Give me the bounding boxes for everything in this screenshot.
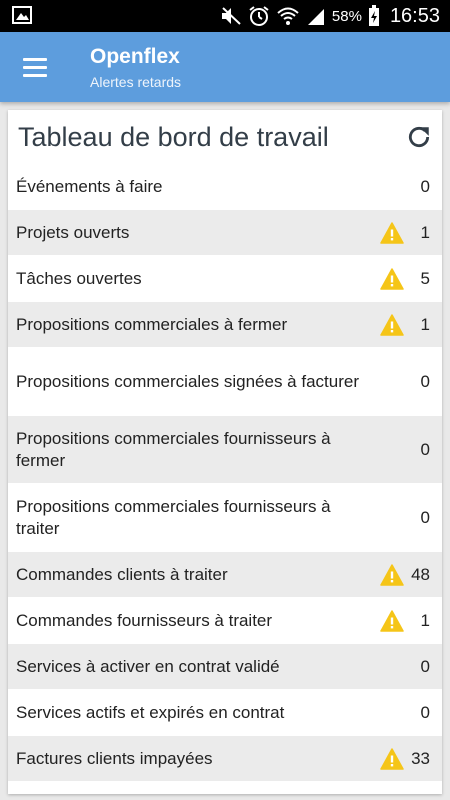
list-item[interactable]: Propositions commerciales fournisseurs à… [8,484,442,552]
hamburger-menu-icon[interactable] [16,53,54,81]
status-bar: 58% 16:53 [0,0,450,32]
list-item[interactable]: Tâches ouvertes 5 [8,256,442,302]
list-item-label: Services actifs et expirés en contrat [16,702,285,722]
list-item-count: 1 [420,314,430,334]
warning-icon [380,267,404,290]
dashboard-title: Tableau de bord de travail [18,122,329,152]
clock: 16:53 [389,4,440,27]
list-item[interactable]: Factures clients impayées 33 [8,736,442,782]
warning-icon [380,563,404,586]
list-item-count: 0 [420,507,430,527]
battery-percent: 58% [331,7,362,25]
list-item-count: 5 [420,268,430,288]
signal-icon [307,9,324,25]
list-item[interactable]: Commandes fournisseurs à traiter 1 [8,598,442,644]
list-item-label: Commandes clients à traiter [16,564,228,584]
list-item-label: Propositions commerciales fournisseurs à… [16,428,331,470]
warning-icon [380,221,404,244]
app-subtitle: Alertes retards [90,74,182,90]
list-item-count: 48 [411,564,430,584]
list-item[interactable]: Commandes clients à traiter 48 [8,552,442,598]
list-item-label: Propositions commerciales à fermer [16,314,288,334]
dashboard-list: Événements à faire 0 Projets ouverts 1 Tâche… [8,164,442,782]
alarm-icon [249,6,269,26]
list-item-count: 0 [420,176,430,196]
warning-icon [380,313,404,336]
card-header: Tableau de bord de travail [8,110,442,164]
list-item-label: Commandes fournisseurs à traiter [16,610,273,630]
list-item-count: 0 [420,702,430,722]
list-item-count: 33 [411,748,430,768]
app-bar: Openflex Alertes retards [0,32,450,102]
list-item-count: 1 [420,222,430,242]
warning-icon [380,747,404,770]
image-icon [12,6,32,24]
list-item[interactable]: Propositions commerciales à fermer 1 [8,302,442,348]
list-item[interactable]: Événements à faire 0 [8,164,442,210]
app-title: Openflex [90,45,180,68]
list-item[interactable]: Projets ouverts 1 [8,210,442,256]
list-item-count: 0 [420,439,430,459]
list-item[interactable]: Services à activer en contrat validé 0 [8,644,442,690]
list-item-count: 0 [420,656,430,676]
refresh-icon[interactable] [406,124,432,150]
list-item[interactable]: Propositions commerciales fournisseurs à… [8,416,442,484]
wifi-icon [277,7,299,25]
list-item-label: Tâches ouvertes [16,268,142,288]
list-item-label: Propositions commerciales signées à fact… [16,371,359,391]
list-item-label: Propositions commerciales fournisseurs à… [16,496,331,538]
list-item-count: 0 [420,371,430,391]
list-item[interactable]: Services actifs et expirés en contrat 0 [8,690,442,736]
mute-icon [221,7,241,25]
list-item-label: Factures clients impayées [16,748,213,768]
dashboard-card: Tableau de bord de travail Événements à … [8,110,442,794]
list-item-count: 1 [420,610,430,630]
warning-icon [380,609,404,632]
list-item[interactable]: Propositions commerciales signées à fact… [8,348,442,416]
list-item-label: Événements à faire [16,176,163,196]
battery-charging-icon [368,5,379,26]
list-item-label: Services à activer en contrat validé [16,656,280,676]
list-item-label: Projets ouverts [16,222,130,242]
